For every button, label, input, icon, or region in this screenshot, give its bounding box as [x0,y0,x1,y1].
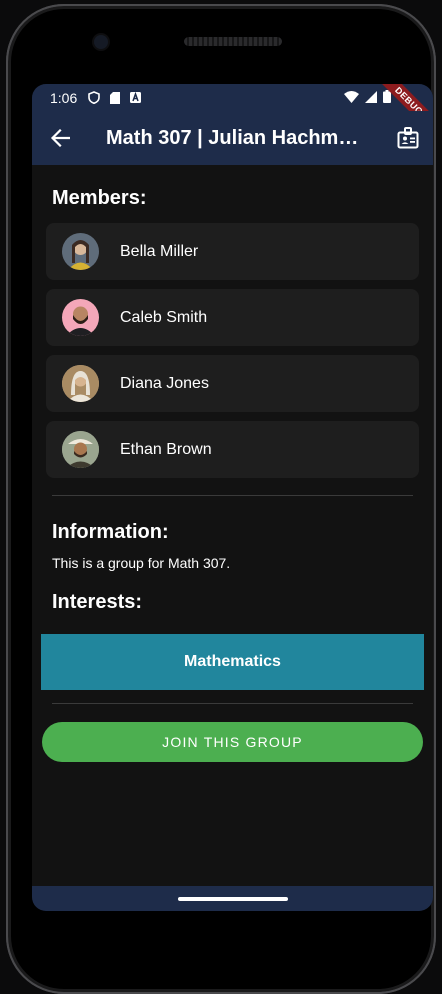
section-divider [52,703,413,704]
group-detail-content: Members: Bella Miller Caleb Smith Diana … [32,187,433,762]
member-name: Ethan Brown [120,440,212,458]
signal-icon [365,90,377,106]
section-divider [52,495,413,496]
avatar [62,233,99,270]
member-name: Diana Jones [120,374,209,392]
status-bar: 1:06 DEBUG [32,84,433,140]
member-card-ethan-brown[interactable]: Ethan Brown [46,421,419,478]
front-camera [94,35,108,49]
avatar [62,299,99,336]
avatar [62,365,99,402]
id-badge-icon [397,127,419,149]
member-card-caleb-smith[interactable]: Caleb Smith [46,289,419,346]
system-nav-bar [32,886,433,911]
app-bar: Math 307 | Julian Hachme… [32,111,433,165]
interests-heading: Interests: [52,591,143,613]
app-screen: 1:06 DEBUG Math 307 | Julian Hachme… Mem… [32,84,433,911]
wifi-icon [344,90,359,106]
status-time: 1:06 [50,89,78,106]
interest-chip-mathematics[interactable]: Mathematics [41,634,424,690]
page-title: Math 307 | Julian Hachme… [106,126,370,149]
earpiece-speaker [184,37,282,46]
phone-frame: 1:06 DEBUG Math 307 | Julian Hachme… Mem… [6,4,436,994]
join-group-button[interactable]: JOIN THIS GROUP [42,722,423,762]
a-notification-icon [129,91,142,104]
members-heading: Members: [52,187,147,209]
information-text: This is a group for Math 307. [52,555,231,571]
arrow-left-icon [50,129,70,147]
interest-label: Mathematics [184,653,281,670]
member-card-bella-miller[interactable]: Bella Miller [46,223,419,280]
member-name: Caleb Smith [120,308,208,326]
sd-card-icon [108,91,121,104]
member-name: Bella Miller [120,242,199,260]
member-card-diana-jones[interactable]: Diana Jones [46,355,419,412]
avatar [62,431,99,468]
home-gesture-handle[interactable] [177,896,288,901]
group-badge-button[interactable] [383,111,433,165]
back-button[interactable] [32,111,88,165]
shield-icon [87,91,100,104]
information-heading: Information: [52,521,169,543]
members-list: Bella Miller Caleb Smith Diana Jones Eth… [42,223,423,478]
